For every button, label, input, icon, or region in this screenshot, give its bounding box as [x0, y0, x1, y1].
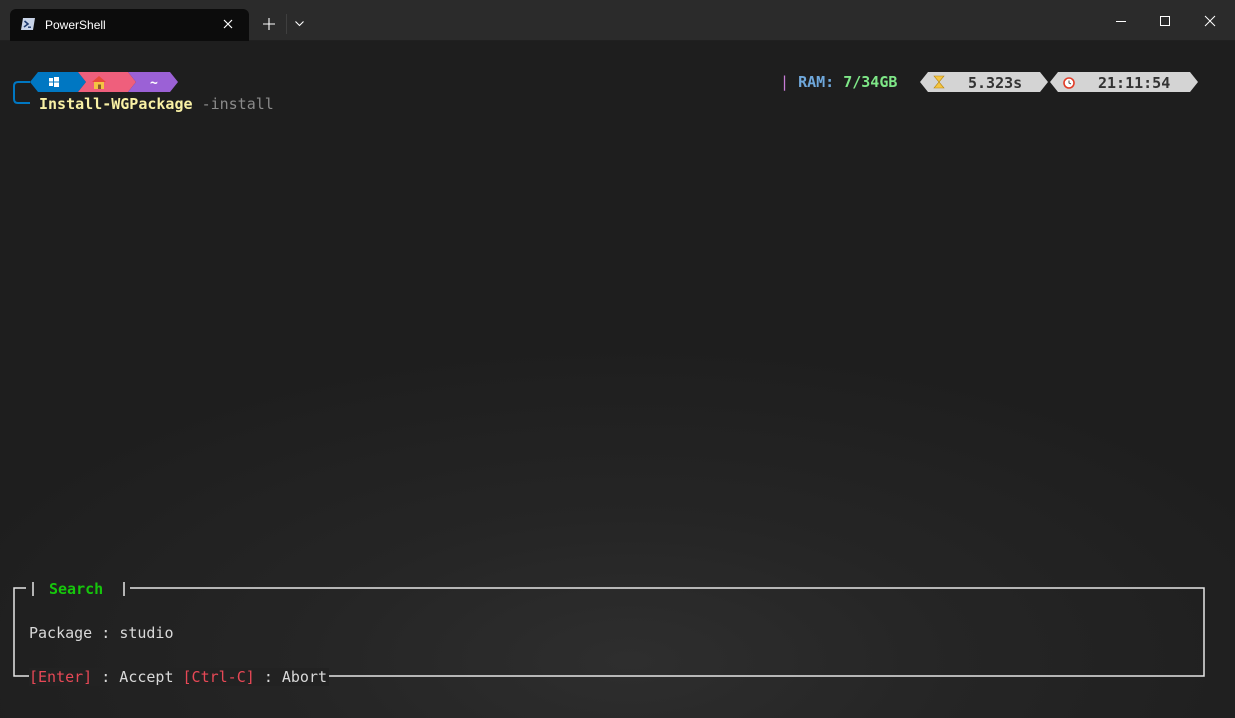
alarm-clock-icon — [1063, 77, 1075, 89]
command-name: Install-WGPackage — [39, 95, 193, 113]
tab-powershell[interactable]: PowerShell — [10, 9, 249, 41]
accept-label: : Accept — [101, 668, 174, 686]
os-segment — [30, 72, 86, 92]
tab-separator — [286, 14, 287, 34]
package-field[interactable]: Package : studio — [29, 624, 174, 642]
package-value[interactable]: studio — [119, 624, 173, 642]
key-help: [Enter] : Accept [Ctrl-C] : Abort — [29, 668, 330, 686]
title-bar: PowerShell — [0, 0, 1235, 41]
maximize-icon[interactable] — [1158, 14, 1172, 28]
close-icon[interactable] — [1203, 14, 1217, 28]
package-label: Package : — [29, 624, 111, 642]
plus-icon[interactable] — [262, 17, 276, 31]
powershell-icon — [21, 18, 35, 30]
ram-value: 7/34GB — [843, 73, 898, 91]
command-argument: -install — [201, 95, 274, 113]
minimize-icon[interactable] — [1114, 14, 1128, 28]
command-line[interactable]: Install-WGPackage -install — [39, 95, 274, 113]
terminal-pane[interactable]: ~ Install-WGPackage -install | RAM: 7/34… — [0, 41, 1235, 718]
search-title: Search — [49, 580, 104, 598]
clock-time: 21:11:54 — [1098, 74, 1171, 92]
tab-title: PowerShell — [45, 18, 106, 32]
ctrl-c-key: [Ctrl-C] — [182, 668, 255, 686]
abort-label: : Abort — [263, 668, 328, 686]
ram-label: RAM: — [798, 73, 835, 91]
ram-indicator: | RAM: 7/34GB — [780, 73, 897, 91]
exec-time: 5.323s — [968, 74, 1023, 92]
close-icon[interactable] — [220, 16, 236, 32]
path-segment-label: ~ — [150, 76, 158, 91]
prompt-connector — [13, 81, 30, 104]
ram-separator: | — [780, 73, 790, 91]
chevron-down-icon[interactable] — [294, 19, 305, 28]
enter-key: [Enter] — [29, 668, 93, 686]
home-segment — [78, 72, 136, 92]
